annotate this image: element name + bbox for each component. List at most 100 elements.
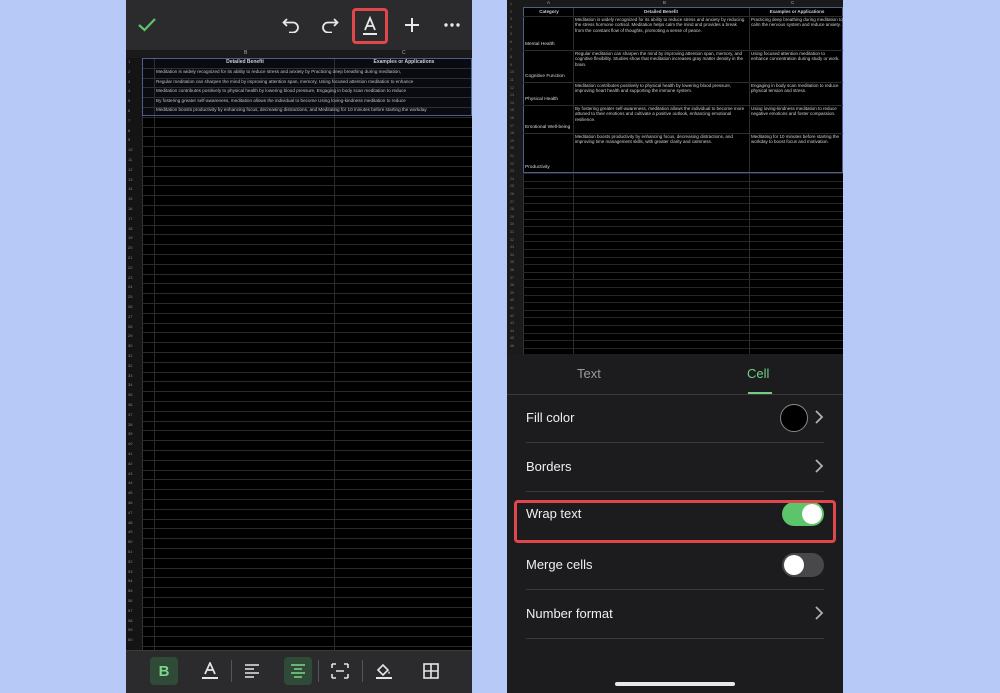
row-number[interactable]: 39 [128,431,132,436]
example-cell[interactable]: Using focused attention meditation to en… [751,51,843,81]
category-cell[interactable]: Emotional Well-being [525,125,570,130]
header-detailed-benefit[interactable]: Detailed Benefit [573,9,749,14]
row-number[interactable]: 6 [128,108,130,113]
row-number[interactable]: 17 [128,216,132,221]
row-number[interactable]: 13 [128,177,132,182]
row-number[interactable]: 7 [510,48,512,52]
row-number[interactable]: 21 [510,154,514,158]
row-number[interactable]: 8 [128,128,130,133]
example-cell[interactable]: Using loving-kindness meditation to redu… [751,106,843,132]
tab-text[interactable]: Text [577,366,601,381]
row-number[interactable]: 47 [128,510,132,515]
row-number[interactable]: 58 [128,618,132,623]
row-number[interactable]: 6 [510,40,512,44]
selection-range[interactable] [142,58,472,116]
row-number[interactable]: 34 [128,382,132,387]
row-number[interactable]: 38 [510,283,514,287]
benefit-cell[interactable]: Meditation contributes positively to phy… [575,83,747,104]
row-number[interactable]: 28 [510,207,514,211]
row-number[interactable]: 44 [510,329,514,333]
row-number[interactable]: 27 [510,200,514,204]
row-number[interactable]: 39 [510,291,514,295]
row-number[interactable]: 32 [510,238,514,242]
row-number[interactable]: 15 [128,196,132,201]
column-letter-c[interactable]: C [402,50,406,56]
row-number[interactable]: 13 [510,93,514,97]
confirm-button[interactable] [134,10,160,40]
row-number[interactable]: 36 [510,268,514,272]
row-number[interactable]: 32 [128,363,132,368]
category-cell[interactable]: Productivity [525,165,550,170]
merge-cells-toggle[interactable] [782,553,824,577]
row-number[interactable]: 5 [128,98,130,103]
row-number[interactable]: 10 [128,147,132,152]
fill-color-button[interactable] [370,657,398,685]
row-number[interactable]: 50 [128,539,132,544]
row-number[interactable]: 19 [510,139,514,143]
row-number[interactable]: 11 [510,78,514,82]
row-number[interactable]: 3 [128,79,130,84]
row-number[interactable]: 37 [510,276,514,280]
row-number[interactable]: 42 [510,314,514,318]
row-number[interactable]: 4 [510,25,512,29]
row-number[interactable]: 11 [128,157,132,162]
row-number[interactable]: 51 [128,549,132,554]
row-number[interactable]: 25 [510,184,514,188]
benefit-cell[interactable]: Regular meditation can sharpen the mind … [575,51,747,81]
category-cell[interactable]: Physical Health [525,97,558,102]
row-number[interactable]: 21 [128,255,132,260]
row-number[interactable]: 33 [128,373,132,378]
row-number[interactable]: 4 [128,88,130,93]
tab-cell[interactable]: Cell [747,366,769,381]
column-letter-b[interactable]: B [244,50,247,56]
row-number[interactable]: 19 [128,235,132,240]
row-number[interactable]: 24 [128,284,132,289]
spreadsheet-grid[interactable]: B C 1 2 3 4 5 6 7 8 9 10 11 12 13 14 15 16 17 18 19 20 21 22 2… [126,50,472,650]
row-number[interactable]: 16 [128,206,132,211]
row-number[interactable]: 37 [128,412,132,417]
row-number[interactable]: 30 [510,222,514,226]
row-number[interactable]: 14 [128,186,132,191]
row-number[interactable]: 29 [128,333,132,338]
redo-button[interactable] [317,10,343,40]
row-number[interactable]: 18 [510,131,514,135]
row-number[interactable]: 17 [510,124,514,128]
column-letter-c[interactable]: C [791,0,794,5]
row-number[interactable]: 22 [510,162,514,166]
category-cell[interactable]: Cognitive Function [525,74,565,79]
row-number[interactable]: 2 [128,69,130,74]
row-number[interactable]: 8 [510,55,512,59]
row-number[interactable]: 60 [128,637,132,642]
row-number[interactable]: 56 [128,598,132,603]
row-number[interactable]: 26 [128,304,132,309]
row-number[interactable]: 7 [128,118,130,123]
row-number[interactable]: 14 [510,101,514,105]
row-number[interactable]: 5 [510,32,512,36]
example-cell[interactable]: Engaging in body scan meditation to redu… [751,83,843,104]
row-number[interactable]: 9 [510,63,512,67]
row-number[interactable]: 3 [510,17,512,21]
row-number[interactable]: 28 [128,324,132,329]
row-number[interactable]: 24 [510,177,514,181]
row-number[interactable]: 33 [510,245,514,249]
row-number[interactable]: 43 [510,321,514,325]
row-number[interactable]: 40 [128,441,132,446]
row-number[interactable]: 57 [128,608,132,613]
row-number[interactable]: 12 [510,86,514,90]
column-letter-a[interactable]: A [547,0,550,5]
row-number[interactable]: 10 [510,70,514,74]
row-number[interactable]: 41 [128,451,132,456]
category-cell[interactable]: Mental Health [525,42,555,47]
align-left-button[interactable] [238,657,266,685]
align-center-button[interactable] [284,657,312,685]
undo-button[interactable] [278,10,304,40]
row-number[interactable]: 31 [128,353,132,358]
benefit-cell[interactable]: Meditation is widely recognized for its … [575,17,747,49]
row-number[interactable]: 41 [510,306,514,310]
number-format-row[interactable]: Number format [526,590,824,639]
row-number[interactable]: 31 [510,230,514,234]
row-number[interactable]: 45 [128,490,132,495]
example-cell[interactable]: Meditating for 10 minutes before startin… [751,134,843,172]
row-number[interactable]: 12 [128,167,132,172]
row-number[interactable]: 59 [128,627,132,632]
